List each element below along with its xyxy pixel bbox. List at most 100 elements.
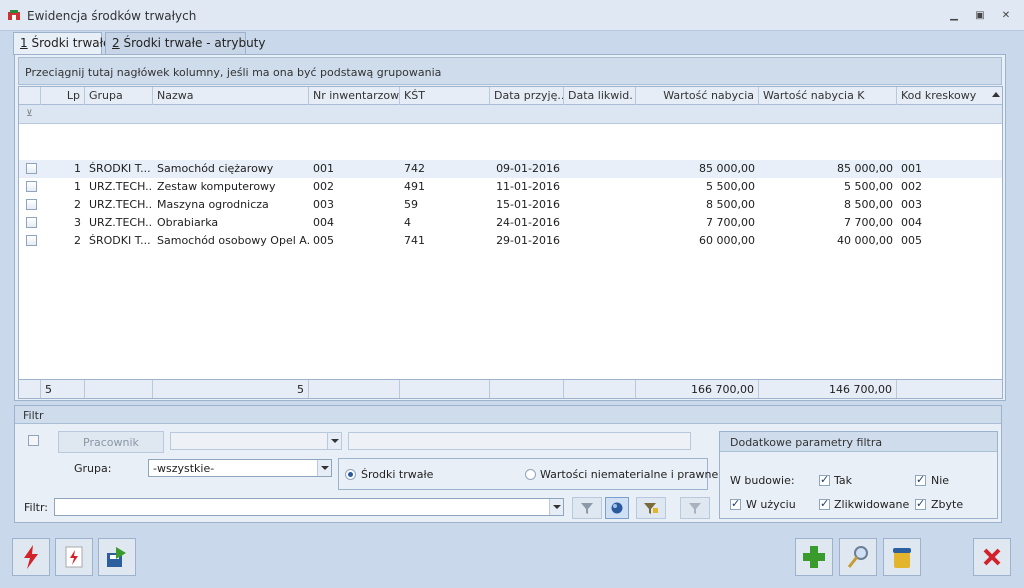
close-window-icon[interactable]: ✕: [998, 8, 1014, 22]
refresh-filter-button[interactable]: [605, 497, 629, 519]
header-lp[interactable]: Lp: [41, 87, 85, 105]
cell-wartosc: 8 500,00: [706, 198, 755, 211]
cell-lp: 3: [74, 216, 81, 229]
summary-empty: [19, 380, 41, 398]
header-wartosc-nabycia-k[interactable]: Wartość nabycia K: [759, 87, 897, 105]
window-title: Ewidencja środków trwałych: [27, 9, 197, 23]
cell-nazwa: Samochód osobowy Opel A...: [157, 234, 309, 247]
cell-data-przyjecia: 09-01-2016: [496, 162, 560, 175]
checkbox-zlikwidowane[interactable]: [819, 497, 830, 510]
checkbox-nie[interactable]: [915, 473, 926, 486]
table-row[interactable]: 2 URZ.TECH... Maszyna ogrodnicza 003 59 …: [19, 196, 1002, 214]
grid-header: Lp Grupa Nazwa Nr inwentarzowy KŚT Data …: [19, 87, 1002, 105]
group-by-area[interactable]: Przeciągnij tutaj nagłówek kolumny, jeśl…: [18, 57, 1002, 85]
cell-grupa: URZ.TECH...: [89, 216, 153, 229]
cell-grupa: URZ.TECH...: [89, 198, 153, 211]
restore-icon[interactable]: ▣: [972, 8, 988, 22]
app-icon: [8, 10, 20, 20]
header-data-likwidacji[interactable]: Data likwid.: [564, 87, 636, 105]
cell-kod: 004: [901, 216, 922, 229]
radio-srodki-trwale-label: Środki trwałe: [361, 468, 434, 481]
tab-srodki-trwale[interactable]: 1 Środki trwałe: [13, 32, 110, 55]
summary-kst: [400, 380, 490, 398]
tak-label: Tak: [834, 474, 853, 487]
cell-wartosc: 5 500,00: [706, 180, 755, 193]
asset-type-radio-group: Środki trwałe Wartości niematerialne i p…: [338, 458, 718, 490]
w-budowie-label: W budowie:: [730, 474, 795, 487]
table-row[interactable]: 2 ŚRODKI T... Samochód osobowy Opel A...…: [19, 232, 1002, 250]
chevron-down-icon: [327, 433, 341, 449]
filter-legend: Filtr: [15, 406, 1001, 424]
header-kod-kreskowy[interactable]: Kod kreskowy: [897, 87, 1002, 105]
grid-summary-row: 5 5 166 700,00 146 700,00: [19, 379, 1002, 398]
cell-kst: 742: [404, 162, 425, 175]
header-kst[interactable]: KŚT: [400, 87, 490, 105]
cell-data-przyjecia: 24-01-2016: [496, 216, 560, 229]
chevron-down-icon: [549, 499, 563, 515]
document-lightning-button[interactable]: [55, 538, 93, 576]
cell-nr: 001: [313, 162, 334, 175]
grupa-select[interactable]: -wszystkie-: [148, 459, 332, 477]
filter-row[interactable]: ⊻: [19, 105, 1002, 124]
header-nr-inwentarzowy[interactable]: Nr inwentarzowy: [309, 87, 400, 105]
table-row[interactable]: 1 ŚRODKI T... Samochód ciężarowy 001 742…: [19, 160, 1002, 178]
export-button[interactable]: [98, 538, 136, 576]
assets-grid: Lp Grupa Nazwa Nr inwentarzowy KŚT Data …: [18, 86, 1003, 399]
document-lightning-icon: [65, 546, 83, 568]
table-row[interactable]: 1 URZ.TECH... Zestaw komputerowy 002 491…: [19, 178, 1002, 196]
summary-nazwa-count: 5: [153, 380, 309, 398]
cell-data-przyjecia: 15-01-2016: [496, 198, 560, 211]
zbyte-label: Zbyte: [931, 498, 964, 511]
summary-wartosc-k-sum: 146 700,00: [759, 380, 897, 398]
cell-data-likwidacji: [564, 214, 636, 232]
add-button[interactable]: [795, 538, 833, 576]
summary-data-przyj: [490, 380, 564, 398]
cell-lp: 2: [74, 198, 81, 211]
radio-wartosci-niematerialne[interactable]: [525, 469, 536, 480]
cell-kst: 741: [404, 234, 425, 247]
magnifier-icon: [847, 546, 868, 568]
cell-data-likwidacji: [564, 178, 636, 196]
delete-button[interactable]: [883, 538, 921, 576]
filtr-label: Filtr:: [24, 501, 48, 514]
row-checkbox[interactable]: [26, 217, 37, 228]
filtr-input[interactable]: [54, 498, 564, 516]
checkbox-tak[interactable]: [819, 473, 830, 486]
summary-grupa: [85, 380, 153, 398]
cell-nr: 003: [313, 198, 334, 211]
close-button[interactable]: [973, 538, 1011, 576]
apply-filter-button[interactable]: [572, 497, 602, 519]
w-uzyciu-label: W użyciu: [746, 498, 796, 511]
edit-button[interactable]: [839, 538, 877, 576]
checkbox-w-uzyciu[interactable]: [730, 497, 741, 510]
tab-srodki-trwale-atrybuty[interactable]: 2 Środki trwałe - atrybuty: [105, 32, 265, 54]
header-nazwa[interactable]: Nazwa: [153, 87, 309, 105]
cell-nr: 005: [313, 234, 334, 247]
checkbox-zbyte[interactable]: [915, 497, 926, 510]
minimize-icon[interactable]: ▁: [946, 8, 962, 22]
header-grupa[interactable]: Grupa: [85, 87, 153, 105]
amortization-button[interactable]: [12, 538, 50, 576]
radio-srodki-trwale[interactable]: [345, 469, 356, 480]
plus-icon: [803, 546, 825, 568]
grid-panel: Przeciągnij tutaj nagłówek kolumny, jeśl…: [14, 54, 1006, 401]
advanced-filter-button[interactable]: [636, 497, 666, 519]
zlikwidowane-label: Zlikwidowane: [834, 498, 910, 511]
pracownik-button[interactable]: Pracownik: [58, 431, 164, 453]
row-checkbox[interactable]: [26, 163, 37, 174]
clear-filter-button[interactable]: [680, 497, 710, 519]
header-wartosc-nabycia[interactable]: Wartość nabycia: [636, 87, 759, 105]
title-bar: Ewidencja środków trwałych ▁ ▣ ✕: [0, 0, 1024, 31]
row-checkbox[interactable]: [26, 199, 37, 210]
pracownik-combo[interactable]: [170, 432, 342, 450]
pracownik-checkbox[interactable]: [28, 435, 39, 446]
header-data-przyjecia[interactable]: Data przyję...: [490, 87, 564, 105]
cell-kst: 491: [404, 180, 425, 193]
row-checkbox[interactable]: [26, 181, 37, 192]
cell-wartosc-k: 5 500,00: [844, 180, 893, 193]
cell-lp: 1: [74, 180, 81, 193]
table-row[interactable]: 3 URZ.TECH... Obrabiarka 004 4 24-01-201…: [19, 214, 1002, 232]
row-checkbox[interactable]: [26, 235, 37, 246]
cell-wartosc-k: 85 000,00: [837, 162, 893, 175]
cell-grupa: ŚRODKI T...: [89, 162, 151, 175]
